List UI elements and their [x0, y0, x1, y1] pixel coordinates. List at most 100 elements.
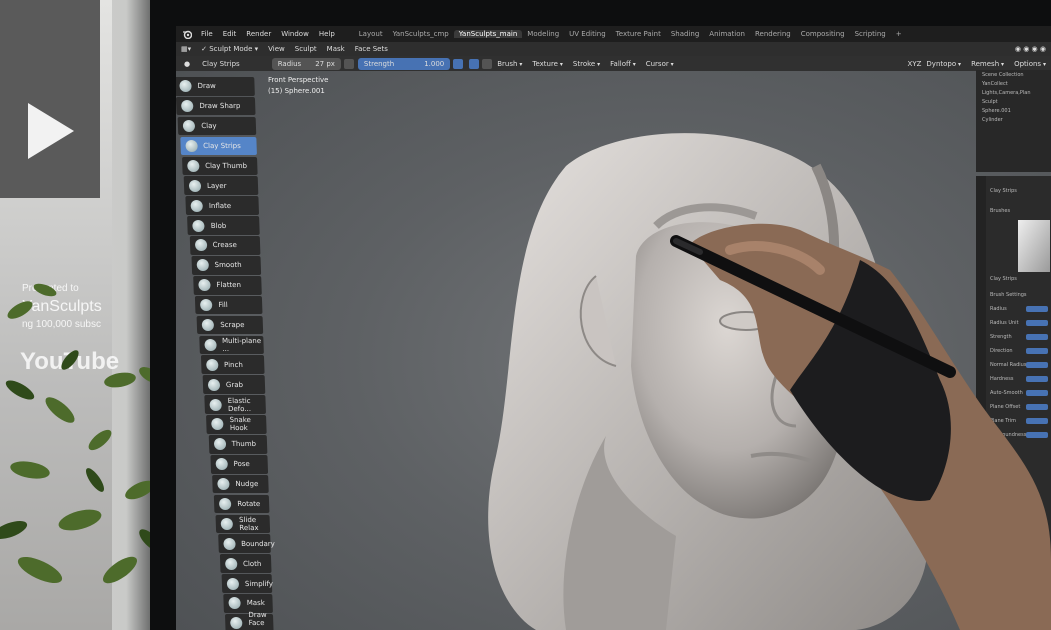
props-field-value[interactable]	[1026, 306, 1048, 312]
brush-label: Clay	[201, 122, 217, 131]
brush-item-snake-hook[interactable]: Snake Hook	[206, 415, 267, 434]
strength-pressure-icon[interactable]	[453, 58, 464, 69]
tab-yansculpts-cmp[interactable]: YanSculpts_cmp	[388, 30, 454, 38]
tab-modeling[interactable]: Modeling	[522, 30, 564, 38]
outliner-row[interactable]: Sphere.001	[976, 106, 1051, 115]
brush-item-mask[interactable]: Mask	[223, 594, 273, 613]
props-field-label: Strength	[990, 334, 1012, 340]
brush-item-rotate[interactable]: Rotate	[213, 494, 270, 514]
props-field-value[interactable]	[1026, 348, 1048, 354]
brush-label: Multi-plane ...	[221, 336, 262, 353]
brush-item-nudge[interactable]: Nudge	[212, 474, 269, 494]
menu-remesh[interactable]: Remesh	[966, 60, 1009, 68]
props-field-label: Radius	[990, 306, 1007, 312]
properties-tabs[interactable]	[976, 176, 986, 630]
menu-view[interactable]: View	[263, 45, 290, 53]
outliner-scene-collection[interactable]: Scene Collection	[976, 70, 1051, 79]
tab-animation[interactable]: Animation	[704, 30, 750, 38]
props-field-value[interactable]	[1026, 404, 1048, 410]
props-advanced[interactable]: Advanced	[990, 452, 1015, 458]
add-direction-icon[interactable]	[469, 58, 480, 69]
menu-brush[interactable]: Brush	[492, 60, 527, 68]
props-field-value[interactable]	[1026, 376, 1048, 382]
brush-item-flatten[interactable]: Flatten	[193, 275, 262, 295]
menu-texture[interactable]: Texture	[527, 60, 568, 68]
tab-compositing[interactable]: Compositing	[796, 30, 850, 38]
props-field-value[interactable]	[1026, 418, 1048, 424]
brush-item-smooth[interactable]: Smooth	[191, 256, 262, 275]
props-field-value[interactable]	[1026, 334, 1048, 340]
brush-label: Inflate	[208, 201, 232, 210]
brush-item-scrape[interactable]: Scrape	[196, 315, 264, 335]
props-field-value[interactable]	[1026, 390, 1048, 396]
outliner-row[interactable]: Cylinder	[976, 115, 1051, 124]
mode-selector[interactable]: ✓ Sculpt Mode ▾	[196, 45, 263, 53]
object-name: (15) Sphere.001	[268, 87, 325, 95]
outliner-row[interactable]: Sculpt	[976, 97, 1051, 106]
brush-item-multi-plane[interactable]: Multi-plane ...	[198, 335, 264, 355]
menu-edit[interactable]: Edit	[218, 30, 242, 38]
radius-pressure-icon[interactable]	[343, 58, 354, 69]
tab-rendering[interactable]: Rendering	[750, 30, 796, 38]
tab-yansculpts-main[interactable]: YanSculpts_main	[453, 30, 523, 38]
brush-item-boundary[interactable]: Boundary	[217, 534, 275, 554]
menu-falloff[interactable]: Falloff	[605, 60, 641, 68]
brush-icon[interactable]: ●	[176, 60, 198, 68]
tab-uv-editing[interactable]: UV Editing	[564, 30, 611, 38]
editor-type-icon[interactable]: ▦▾	[176, 45, 196, 53]
menu-sculpt[interactable]: Sculpt	[290, 45, 322, 53]
sculpted-head-mesh[interactable]	[476, 106, 976, 630]
menu-dyntopo[interactable]: Dyntopo	[921, 60, 966, 68]
menu-help[interactable]: Help	[314, 30, 340, 38]
subtract-direction-icon[interactable]	[482, 58, 493, 69]
outliner-row[interactable]: YanCollect	[976, 79, 1051, 88]
menu-file[interactable]: File	[196, 30, 218, 38]
brush-item-clay-strips[interactable]: Clay Strips	[179, 136, 257, 156]
menu-mask[interactable]: Mask	[322, 45, 350, 53]
props-brush-name[interactable]: Clay Strips	[990, 188, 1017, 194]
brush-item-grab[interactable]: Grab	[202, 375, 266, 394]
add-workspace-button[interactable]: +	[891, 30, 907, 38]
props-field-value[interactable]	[1026, 432, 1048, 438]
radius-field[interactable]: Radius 27 px	[271, 57, 341, 70]
props-field-value[interactable]	[1026, 320, 1048, 326]
tab-layout[interactable]: Layout	[354, 30, 388, 38]
menu-window[interactable]: Window	[276, 30, 314, 38]
brush-item-pinch[interactable]: Pinch	[200, 355, 265, 375]
brush-item-crease[interactable]: Crease	[189, 236, 261, 255]
menu-stroke[interactable]: Stroke	[568, 60, 605, 68]
brush-item-draw[interactable]: Draw	[176, 77, 255, 96]
strength-field[interactable]: Strength 1.000	[357, 57, 451, 70]
brush-item-draw-face[interactable]: Draw Face ...	[225, 611, 274, 630]
brush-item-inflate[interactable]: Inflate	[185, 196, 260, 215]
props-field-value[interactable]	[1026, 362, 1048, 368]
viewport-shading-icon[interactable]: ◉ ◉ ◉ ◉	[1010, 45, 1051, 53]
brush-selector[interactable]: Clay Strips	[198, 60, 268, 68]
brush-label: Pinch	[223, 360, 243, 369]
brush-item-draw-sharp[interactable]: Draw Sharp	[176, 96, 256, 116]
menu-render[interactable]: Render	[241, 30, 276, 38]
tab-scripting[interactable]: Scripting	[850, 30, 891, 38]
menu-face-sets[interactable]: Face Sets	[350, 45, 393, 53]
menu-options[interactable]: Options	[1009, 60, 1051, 68]
tool-settings-bar: ● Clay Strips Radius 27 px Strength 1.00…	[176, 56, 1051, 71]
tab-texture-paint[interactable]: Texture Paint	[611, 30, 666, 38]
brush-item-simplify[interactable]: Simplify	[221, 574, 273, 593]
brush-item-clay-thumb[interactable]: Clay Thumb	[181, 156, 258, 176]
menu-cursor[interactable]: Cursor	[641, 60, 679, 68]
outliner-row[interactable]: Lights,Camera,Plan	[976, 88, 1051, 97]
brush-item-thumb[interactable]: Thumb	[208, 435, 268, 454]
brush-item-clay[interactable]: Clay	[178, 116, 257, 136]
brush-item-pose[interactable]: Pose	[210, 454, 269, 474]
brush-thumbnail[interactable]	[1018, 220, 1050, 272]
props-section[interactable]: Brush Settings	[990, 292, 1027, 298]
brush-item-slide-relax[interactable]: Slide Relax	[215, 514, 271, 534]
brush-item-elastic-defo[interactable]: Elastic Defo...	[204, 395, 266, 414]
brush-item-layer[interactable]: Layer	[183, 176, 259, 196]
blender-logo-icon[interactable]	[182, 29, 192, 39]
brush-pose-icon	[215, 458, 228, 471]
brush-item-blob[interactable]: Blob	[187, 216, 260, 235]
brush-item-cloth[interactable]: Cloth	[219, 554, 272, 573]
tab-shading[interactable]: Shading	[666, 30, 704, 38]
brush-item-fill[interactable]: Fill	[195, 295, 263, 315]
